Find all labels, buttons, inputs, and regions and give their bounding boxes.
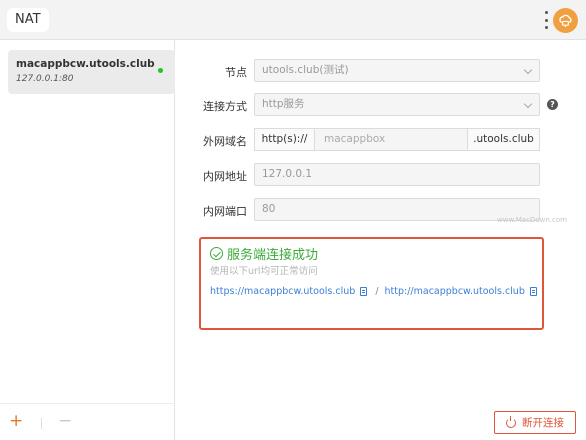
help-icon[interactable]: ? [547, 99, 558, 110]
check-circle-icon [210, 247, 223, 260]
copy-icon[interactable] [529, 287, 537, 296]
https-url-link[interactable]: https://macappbcw.utools.club [210, 286, 355, 297]
http-url-link[interactable]: http://macappbcw.utools.club [385, 286, 525, 297]
local-port-label: 内网端口 [203, 205, 247, 218]
watermark: www.MacDown.com [497, 216, 567, 224]
tunnel-sidebar: macappbcw.utools.club 127.0.0.1:80 + − [0, 40, 175, 440]
chevron-down-icon [523, 65, 533, 75]
power-icon [506, 415, 516, 428]
domain-protocol-prefix: http(s):// [254, 128, 314, 151]
connection-type-value: http服务 [262, 98, 305, 110]
connection-type-label: 连接方式 [203, 100, 247, 113]
connected-status-dot [158, 68, 163, 73]
nat-cloud-icon [559, 14, 572, 28]
node-label: 节点 [225, 66, 247, 79]
local-address-input[interactable]: 127.0.0.1 [254, 163, 540, 186]
divider [41, 418, 42, 429]
plugin-avatar[interactable] [553, 8, 578, 33]
access-links: https://macappbcw.utools.club / http://m… [210, 286, 542, 297]
tunnel-list-item[interactable]: macappbcw.utools.club 127.0.0.1:80 [8, 50, 175, 94]
remove-tunnel-button[interactable]: − [58, 412, 72, 430]
disconnect-button[interactable]: 断开连接 [494, 411, 576, 434]
success-title: 服务端连接成功 [210, 244, 318, 263]
tunnel-name: macappbcw.utools.club [16, 58, 155, 70]
connection-success-panel: 服务端连接成功 使用以下url均可正常访问 https://macappbcw.… [199, 237, 544, 330]
tunnel-address: 127.0.0.1:80 [16, 74, 74, 84]
node-select-value: utools.club(测试) [262, 64, 349, 76]
node-select[interactable]: utools.club(测试) [254, 59, 540, 82]
success-hint: 使用以下url均可正常访问 [210, 266, 318, 277]
sidebar-footer: + − [0, 403, 175, 440]
success-title-text: 服务端连接成功 [227, 248, 319, 263]
title-bar: NAT [0, 0, 586, 40]
more-menu-icon[interactable] [540, 11, 552, 29]
domain-suffix: .utools.club [468, 128, 540, 151]
connection-type-select[interactable]: http服务 [254, 93, 540, 116]
subdomain-input[interactable]: macappbox [314, 128, 468, 151]
external-domain-label: 外网域名 [203, 135, 247, 148]
add-tunnel-button[interactable]: + [9, 412, 23, 430]
disconnect-label: 断开连接 [522, 417, 564, 429]
link-separator: / [375, 286, 379, 297]
chevron-down-icon [523, 99, 533, 109]
app-title: NAT [7, 8, 49, 32]
copy-icon[interactable] [360, 287, 368, 296]
local-address-label: 内网地址 [203, 170, 247, 183]
